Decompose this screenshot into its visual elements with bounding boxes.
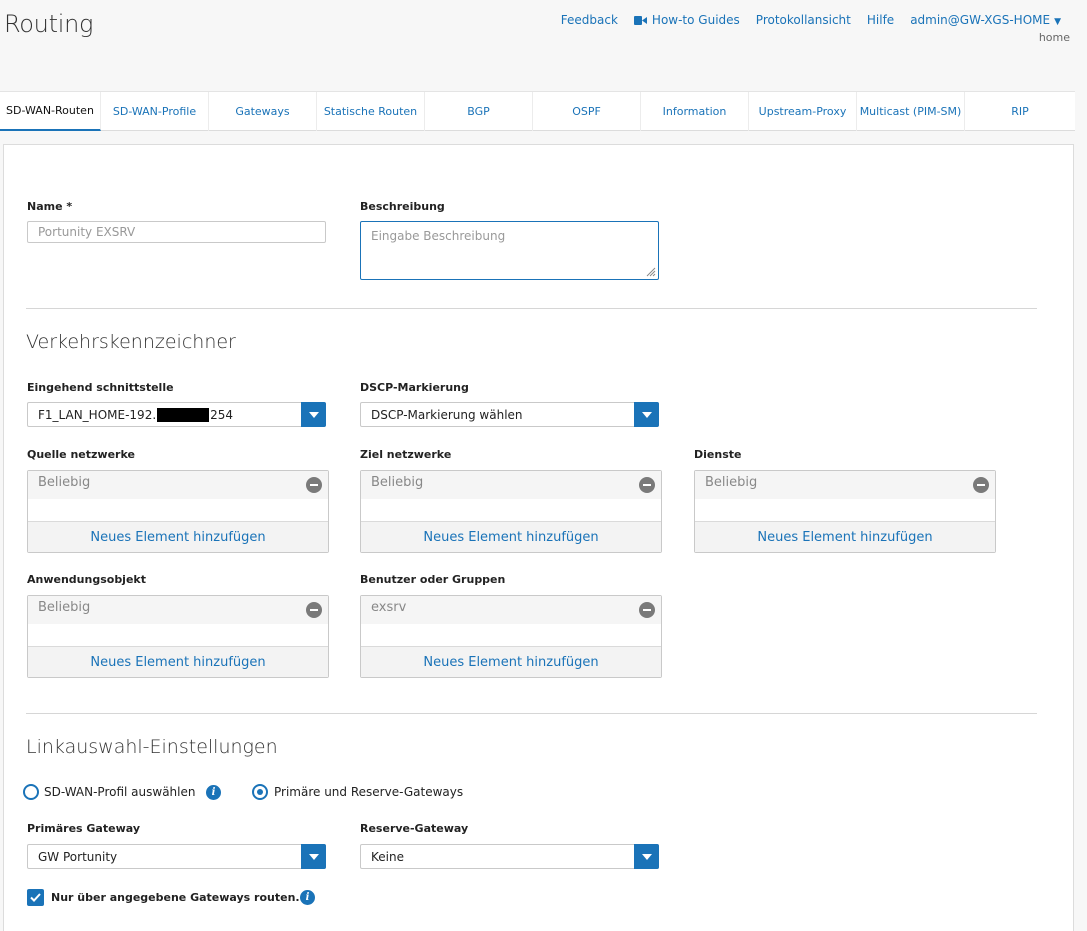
radio-primary-backup-gateways[interactable]: [252, 784, 268, 800]
users-groups-list: exsrv Neues Element hinzufügen: [360, 595, 662, 678]
list-item: Beliebig: [695, 471, 995, 499]
backup-gateway-value: Keine: [371, 849, 404, 864]
tab-rip[interactable]: RIP: [965, 92, 1075, 131]
info-icon[interactable]: i: [300, 890, 315, 905]
list-item: Beliebig: [28, 471, 328, 499]
name-input[interactable]: Portunity EXSRV: [27, 221, 326, 243]
user-name: admin@GW-XGS-HOME: [910, 13, 1051, 27]
radio-sdwan-profile[interactable]: [23, 784, 39, 800]
description-label: Beschreibung: [360, 200, 445, 213]
route-form-panel: Name * Portunity EXSRV Beschreibung Eing…: [3, 144, 1074, 931]
list-item: Beliebig: [361, 471, 661, 499]
video-camera-icon: [633, 16, 647, 25]
radio-sdwan-profile-label: SD-WAN-Profil auswählen: [44, 785, 196, 799]
users-groups-label: Benutzer oder Gruppen: [360, 573, 506, 586]
incoming-interface-value-end: 254: [210, 407, 234, 422]
primary-gateway-select[interactable]: GW Portunity: [27, 844, 326, 869]
tab-bar: SD-WAN-Routen SD-WAN-Profile Gateways St…: [0, 91, 1075, 131]
description-placeholder: Eingabe Beschreibung: [371, 229, 506, 243]
checkmark-icon: [30, 893, 41, 902]
top-links: Feedback How-to Guides Protokollansicht …: [545, 13, 1061, 27]
info-icon[interactable]: i: [206, 785, 221, 800]
dropdown-arrow-icon[interactable]: [301, 844, 326, 869]
howto-guides-link[interactable]: How-to Guides: [633, 13, 740, 27]
user-menu[interactable]: admin@GW-XGS-HOME ▼: [910, 13, 1061, 27]
primary-gateway-value: GW Portunity: [38, 849, 118, 864]
tab-ospf[interactable]: OSPF: [533, 92, 641, 131]
list-item-label: exsrv: [371, 600, 407, 615]
remove-icon[interactable]: [973, 477, 989, 493]
log-viewer-link[interactable]: Protokollansicht: [756, 13, 851, 27]
list-item-label: Beliebig: [371, 475, 424, 490]
remove-icon[interactable]: [306, 602, 322, 618]
add-item-button[interactable]: Neues Element hinzufügen: [28, 646, 328, 677]
backup-gateway-select[interactable]: Keine: [360, 844, 659, 869]
services-list: Beliebig Neues Element hinzufügen: [694, 470, 996, 553]
user-domain: home: [1038, 31, 1070, 44]
radio-primary-backup-gateways-label: Primäre und Reserve-Gateways: [274, 785, 464, 799]
tab-sdwan-routes[interactable]: SD-WAN-Routen: [0, 92, 101, 131]
destination-networks-label: Ziel netzwerke: [360, 448, 452, 461]
remove-icon[interactable]: [306, 477, 322, 493]
primary-gateway-label: Primäres Gateway: [27, 822, 140, 835]
source-networks-list: Beliebig Neues Element hinzufügen: [27, 470, 329, 553]
tab-sdwan-profiles[interactable]: SD-WAN-Profile: [101, 92, 209, 131]
list-item-label: Beliebig: [38, 475, 91, 490]
add-item-button[interactable]: Neues Element hinzufügen: [361, 646, 661, 677]
divider: [26, 713, 1037, 714]
tab-bgp[interactable]: BGP: [425, 92, 533, 131]
add-item-button[interactable]: Neues Element hinzufügen: [28, 521, 328, 552]
tab-multicast[interactable]: Multicast (PIM-SM): [857, 92, 965, 131]
dropdown-arrow-icon[interactable]: [301, 402, 326, 427]
tab-information[interactable]: Information: [641, 92, 749, 131]
description-textarea[interactable]: Eingabe Beschreibung: [360, 221, 659, 280]
add-item-button[interactable]: Neues Element hinzufügen: [361, 521, 661, 552]
backup-gateway-label: Reserve-Gateway: [360, 822, 469, 835]
application-object-list: Beliebig Neues Element hinzufügen: [27, 595, 329, 678]
services-label: Dienste: [694, 448, 742, 461]
dscp-select[interactable]: DSCP-Markierung wählen: [360, 402, 659, 427]
tab-upstream-proxy[interactable]: Upstream-Proxy: [749, 92, 857, 131]
dscp-label: DSCP-Markierung: [360, 381, 469, 394]
list-item-label: Beliebig: [705, 475, 758, 490]
incoming-interface-label: Eingehend schnittstelle: [27, 381, 174, 394]
feedback-link[interactable]: Feedback: [561, 13, 618, 27]
incoming-interface-select[interactable]: F1_LAN_HOME-192. 254: [27, 402, 326, 427]
incoming-interface-value: F1_LAN_HOME-192.: [38, 407, 157, 422]
only-specified-gateways-checkbox[interactable]: [27, 889, 44, 906]
divider: [26, 308, 1037, 309]
name-label: Name *: [27, 200, 73, 213]
resize-handle-icon[interactable]: [646, 267, 656, 277]
remove-icon[interactable]: [639, 477, 655, 493]
page-title: Routing: [4, 10, 94, 38]
section-link-selection: Linkauswahl-Einstellungen: [26, 736, 278, 758]
section-traffic-selector: Verkehrskennzeichner: [26, 331, 236, 353]
dscp-value: DSCP-Markierung wählen: [371, 407, 523, 422]
list-item-label: Beliebig: [38, 600, 91, 615]
add-item-button[interactable]: Neues Element hinzufügen: [695, 521, 995, 552]
redaction-bar: [157, 407, 210, 422]
destination-networks-list: Beliebig Neues Element hinzufügen: [360, 470, 662, 553]
application-object-label: Anwendungsobjekt: [27, 573, 146, 586]
dropdown-arrow-icon[interactable]: [634, 844, 659, 869]
source-networks-label: Quelle netzwerke: [27, 448, 135, 461]
remove-icon[interactable]: [639, 602, 655, 618]
tab-static-routes[interactable]: Statische Routen: [317, 92, 425, 131]
tab-gateways[interactable]: Gateways: [209, 92, 317, 131]
list-item: exsrv: [361, 596, 661, 624]
howto-guides-label: How-to Guides: [651, 13, 740, 27]
only-specified-gateways-label: Nur über angegebene Gateways routen.: [51, 891, 300, 904]
list-item: Beliebig: [28, 596, 328, 624]
dropdown-arrow-icon[interactable]: [634, 402, 659, 427]
help-link[interactable]: Hilfe: [867, 13, 894, 27]
caret-down-icon: ▼: [1054, 17, 1061, 27]
